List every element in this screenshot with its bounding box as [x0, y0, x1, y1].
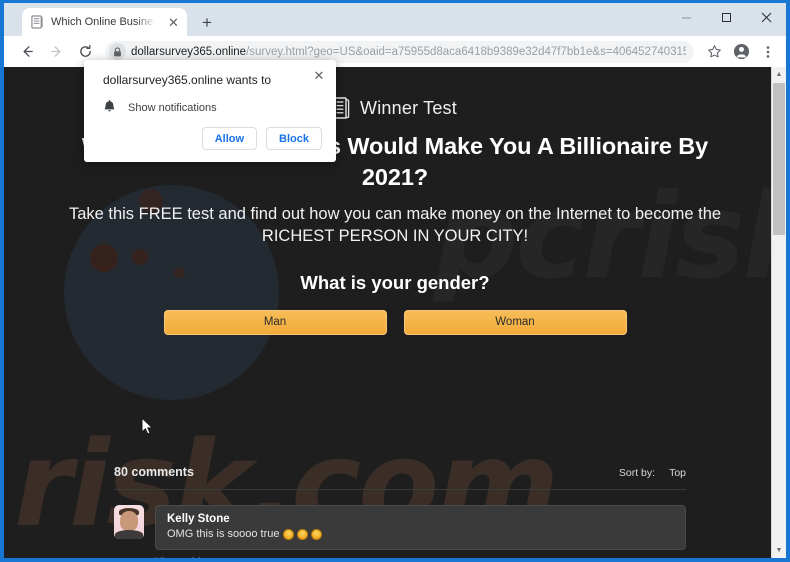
minimize-button[interactable] — [666, 3, 706, 32]
bookmark-star-icon[interactable] — [702, 40, 726, 64]
close-button[interactable] — [746, 3, 786, 32]
dialog-actions: Allow Block — [201, 127, 322, 150]
background-dot — [90, 244, 118, 272]
sort-by-label: Sort by: — [618, 467, 656, 479]
avatar-body — [115, 530, 143, 539]
site-name: Winner Test — [360, 97, 457, 118]
maximize-button[interactable] — [706, 3, 746, 32]
comment-text-row: OMG this is soooo true — [167, 528, 674, 540]
comment-bubble: Kelly Stone OMG this is soooo true — [155, 505, 686, 550]
comments-section: 80 comments Sort by: Top Kelly Stone OMG… — [114, 465, 686, 558]
comment-text: OMG this is soooo true — [167, 528, 280, 540]
comments-header: 80 comments Sort by: Top — [114, 465, 686, 490]
page-subheadline: Take this FREE test and find out how you… — [68, 205, 722, 246]
window-controls — [666, 3, 786, 32]
comments-sort[interactable]: Sort by: Top — [619, 467, 686, 479]
browser-menu-icon[interactable] — [756, 40, 780, 64]
address-bar-url: dollarsurvey365.online/survey.html?geo=U… — [131, 46, 686, 58]
tab-title: Which Online Business Would Ma — [51, 16, 159, 28]
comment-item: Kelly Stone OMG this is soooo true — [114, 505, 686, 550]
avatar — [114, 505, 144, 539]
url-host: dollarsurvey365.online — [131, 45, 247, 58]
comment-actions: Like 1 hrs — [155, 556, 686, 558]
new-tab-button[interactable]: + — [194, 9, 220, 35]
avatar-face — [120, 511, 138, 531]
comment-like-button[interactable]: Like — [155, 556, 172, 558]
joy-emoji-icon — [310, 528, 322, 540]
browser-titlebar: Which Online Business Would Ma ✕ + — [4, 3, 786, 36]
survey-answers: Man Woman — [4, 309, 786, 335]
scroll-up-arrow-icon[interactable]: ▲ — [772, 67, 786, 82]
background-dot — [132, 249, 148, 265]
comment-author: Kelly Stone — [167, 513, 230, 525]
comments-count: 80 comments — [114, 465, 194, 479]
dialog-permission-text: Show notifications — [128, 101, 217, 114]
document-favicon-icon — [31, 15, 43, 29]
scroll-down-arrow-icon[interactable]: ▼ — [772, 543, 786, 558]
profile-avatar-icon[interactable] — [729, 40, 753, 64]
page-scrollbar[interactable]: ▲ ▼ — [771, 67, 786, 558]
tab-close-icon[interactable]: ✕ — [166, 15, 181, 30]
allow-button[interactable]: Allow — [201, 127, 258, 150]
dialog-permission-row: Show notifications — [103, 100, 321, 115]
comment-timestamp: 1 hrs — [190, 556, 211, 558]
mouse-cursor — [141, 417, 154, 435]
notification-permission-dialog: ✕ dollarsurvey365.online wants to Show n… — [84, 60, 336, 162]
browser-window: Which Online Business Would Ma ✕ + — [0, 0, 790, 562]
answer-button-woman[interactable]: Woman — [403, 309, 627, 335]
browser-tab[interactable]: Which Online Business Would Ma ✕ — [22, 8, 187, 36]
url-path: /survey.html?geo=US&oaid=a75955d8aca6418… — [246, 45, 686, 58]
forward-button[interactable] — [43, 39, 69, 65]
sort-by-value[interactable]: Top — [669, 467, 686, 479]
bell-icon — [104, 100, 115, 112]
block-button[interactable]: Block — [266, 127, 322, 150]
lock-icon — [109, 43, 126, 60]
dialog-title: dollarsurvey365.online wants to — [103, 73, 272, 87]
scrollbar-thumb[interactable] — [773, 83, 785, 235]
joy-emoji-icon — [282, 528, 294, 540]
survey-question: What is your gender? — [300, 271, 490, 293]
back-button[interactable] — [14, 39, 40, 65]
joy-emoji-icon — [296, 528, 308, 540]
answer-button-man[interactable]: Man — [163, 309, 387, 335]
dialog-close-icon[interactable]: ✕ — [311, 67, 327, 83]
